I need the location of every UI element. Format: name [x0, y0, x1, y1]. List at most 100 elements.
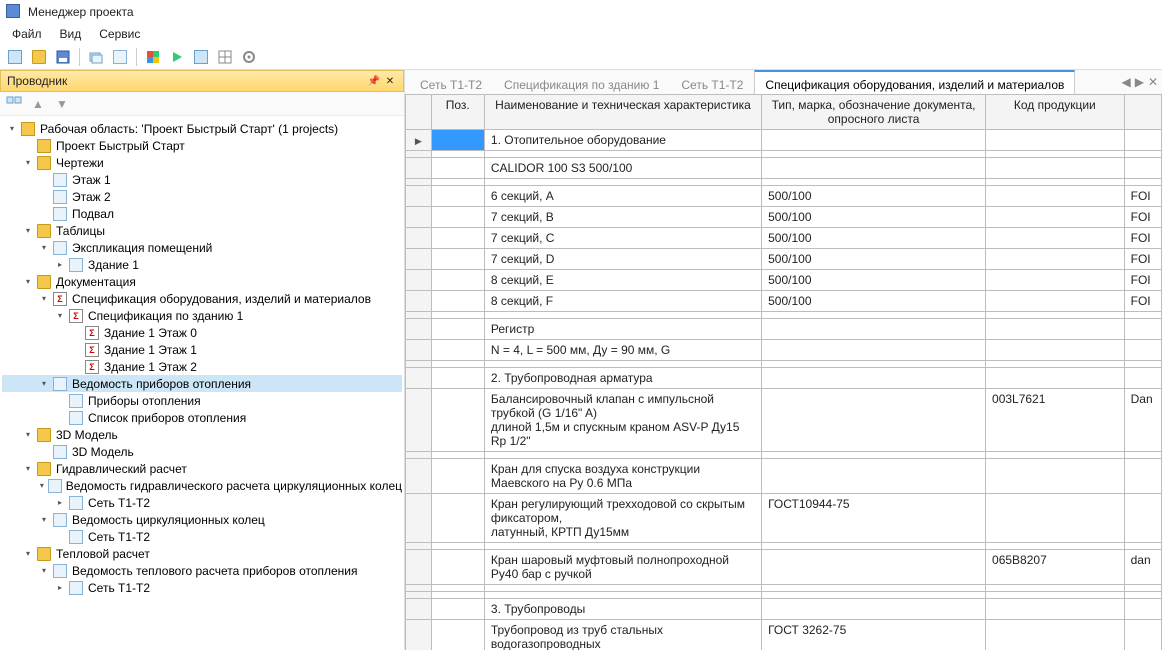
cell-pos[interactable]: [431, 319, 484, 340]
row-header[interactable]: [406, 179, 432, 186]
table-row[interactable]: Кран для спуска воздуха конструкции Маев…: [406, 459, 1162, 494]
cell-code[interactable]: [986, 249, 1125, 270]
tree-circ-list[interactable]: ▾Ведомость циркуляционных колец: [2, 511, 402, 528]
col-type[interactable]: Тип, марка, обозначение документа, опрос…: [762, 95, 986, 130]
cell-type[interactable]: ГОСТ 3262-75: [762, 620, 986, 650]
cell-code[interactable]: [986, 459, 1125, 494]
tree-hydraulic[interactable]: ▾Гидравлический расчет: [2, 460, 402, 477]
cell-trail[interactable]: FOI: [1124, 249, 1161, 270]
row-header[interactable]: ▶: [406, 130, 432, 151]
table-row[interactable]: Трубопровод из труб стальных водогазопро…: [406, 620, 1162, 650]
cell-type[interactable]: [762, 592, 986, 599]
table-row[interactable]: 7 секций, C500/100FOI: [406, 228, 1162, 249]
cell-type[interactable]: [762, 158, 986, 179]
cell-name[interactable]: CALIDOR 100 S3 500/100: [484, 158, 761, 179]
cell-pos[interactable]: [431, 270, 484, 291]
cell-name[interactable]: [484, 312, 761, 319]
table-row[interactable]: Кран регулирующий трехходовой со скрытым…: [406, 494, 1162, 543]
expander-icon[interactable]: [70, 327, 82, 339]
cell-name[interactable]: [484, 585, 761, 592]
cell-trail[interactable]: [1124, 151, 1161, 158]
cell-code[interactable]: [986, 130, 1125, 151]
cell-code[interactable]: [986, 494, 1125, 543]
cell-pos[interactable]: [431, 389, 484, 452]
tb-new[interactable]: [4, 46, 26, 68]
expander-icon[interactable]: [54, 531, 66, 543]
cell-trail[interactable]: [1124, 494, 1161, 543]
cell-trail[interactable]: dan: [1124, 550, 1161, 585]
tree-spec-floor[interactable]: ΣЗдание 1 Этаж 2: [2, 358, 402, 375]
tree-spec-building[interactable]: ▾ΣСпецификация по зданию 1: [2, 307, 402, 324]
pin-icon[interactable]: 📌: [367, 74, 381, 88]
cell-code[interactable]: [986, 592, 1125, 599]
explorer-view-icon[interactable]: [4, 94, 24, 114]
expander-icon[interactable]: ▾: [38, 514, 50, 526]
expander-icon[interactable]: ▸: [54, 497, 66, 509]
row-header[interactable]: [406, 207, 432, 228]
cell-code[interactable]: [986, 270, 1125, 291]
tree-project[interactable]: Проект Быстрый Старт: [2, 137, 402, 154]
cell-name[interactable]: [484, 543, 761, 550]
menu-view[interactable]: Вид: [52, 25, 90, 43]
cell-code[interactable]: [986, 620, 1125, 650]
cell-code[interactable]: [986, 151, 1125, 158]
expander-icon[interactable]: ▾: [38, 242, 50, 254]
tree-thermal-list[interactable]: ▾Ведомость теплового расчета приборов от…: [2, 562, 402, 579]
table-row[interactable]: 6 секций, A500/100FOI: [406, 186, 1162, 207]
tree-spec-floor[interactable]: ΣЗдание 1 Этаж 1: [2, 341, 402, 358]
cell-pos[interactable]: [431, 494, 484, 543]
cell-name[interactable]: 2. Трубопроводная арматура: [484, 368, 761, 389]
cell-trail[interactable]: FOI: [1124, 270, 1161, 291]
tab-next-icon[interactable]: ▶: [1135, 75, 1144, 89]
cell-trail[interactable]: FOI: [1124, 228, 1161, 249]
expander-icon[interactable]: [22, 140, 34, 152]
row-header[interactable]: [406, 158, 432, 179]
tb-sheet[interactable]: [109, 46, 131, 68]
row-header[interactable]: [406, 585, 432, 592]
expander-icon[interactable]: ▾: [54, 310, 66, 322]
tree-room-expl[interactable]: ▾Экспликация помещений: [2, 239, 402, 256]
table-row[interactable]: 8 секций, F500/100FOI: [406, 291, 1162, 312]
expander-icon[interactable]: [38, 174, 50, 186]
cell-pos[interactable]: [431, 158, 484, 179]
expander-icon[interactable]: [70, 361, 82, 373]
expander-icon[interactable]: [54, 412, 66, 424]
cell-trail[interactable]: [1124, 452, 1161, 459]
col-pos[interactable]: Поз.: [431, 95, 484, 130]
cell-trail[interactable]: Dan: [1124, 389, 1161, 452]
cell-type[interactable]: [762, 340, 986, 361]
cell-code[interactable]: [986, 207, 1125, 228]
table-row[interactable]: [406, 179, 1162, 186]
cell-trail[interactable]: [1124, 361, 1161, 368]
cell-code[interactable]: [986, 158, 1125, 179]
cell-name[interactable]: 7 секций, B: [484, 207, 761, 228]
expander-icon[interactable]: ▾: [22, 276, 34, 288]
tab-3[interactable]: Спецификация оборудования, изделий и мат…: [754, 70, 1075, 94]
cell-code[interactable]: [986, 340, 1125, 361]
tab-prev-icon[interactable]: ◀: [1121, 75, 1130, 89]
cell-name[interactable]: Регистр: [484, 319, 761, 340]
table-row[interactable]: [406, 543, 1162, 550]
cell-name[interactable]: N = 4, L = 500 мм, Ду = 90 мм, G: [484, 340, 761, 361]
tab-close-icon[interactable]: ✕: [1148, 75, 1158, 89]
table-row[interactable]: [406, 151, 1162, 158]
table-row[interactable]: [406, 361, 1162, 368]
cell-pos[interactable]: [431, 228, 484, 249]
cell-type[interactable]: [762, 459, 986, 494]
cell-type[interactable]: [762, 179, 986, 186]
expander-icon[interactable]: ▾: [22, 429, 34, 441]
tree-heating-child[interactable]: Список приборов отопления: [2, 409, 402, 426]
menu-service[interactable]: Сервис: [91, 25, 148, 43]
table-row[interactable]: 2. Трубопроводная арматура: [406, 368, 1162, 389]
cell-code[interactable]: [986, 228, 1125, 249]
tab-2[interactable]: Сеть T1-T2: [670, 70, 754, 94]
cell-trail[interactable]: [1124, 130, 1161, 151]
menu-file[interactable]: Файл: [4, 25, 50, 43]
expander-icon[interactable]: ▾: [38, 293, 50, 305]
tree-documentation[interactable]: ▾Документация: [2, 273, 402, 290]
cell-code[interactable]: [986, 291, 1125, 312]
cell-trail[interactable]: [1124, 340, 1161, 361]
cell-trail[interactable]: FOI: [1124, 186, 1161, 207]
row-header[interactable]: [406, 186, 432, 207]
tree-heating-list[interactable]: ▾Ведомость приборов отопления: [2, 375, 402, 392]
